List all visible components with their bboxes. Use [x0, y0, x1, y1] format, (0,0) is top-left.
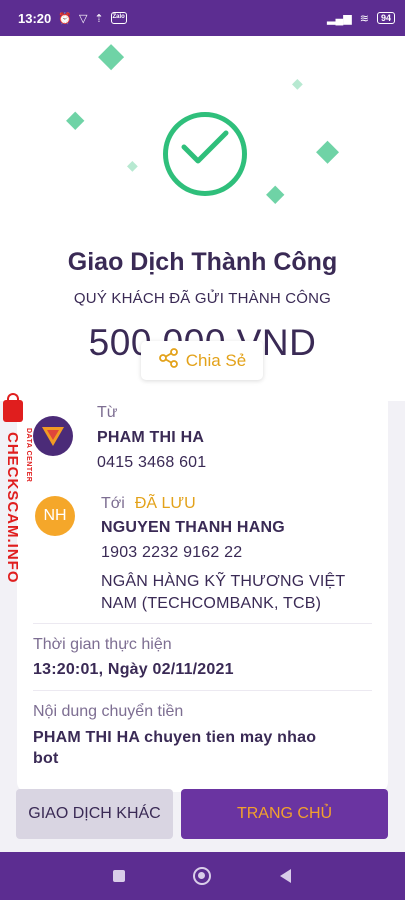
sparkle-icon: ◆ [127, 157, 138, 173]
recipient-avatar: NH [35, 496, 75, 536]
recents-icon[interactable] [113, 870, 125, 882]
share-icon [158, 347, 180, 374]
saved-badge: ĐÃ LƯU [134, 495, 196, 512]
lock-icon [3, 393, 23, 422]
share-button[interactable]: Chia Sẻ [141, 341, 263, 380]
sender-label: Từ [97, 404, 118, 421]
home-button[interactable]: TRANG CHỦ [181, 789, 388, 839]
content-line1: PHAM THI HA chuyen tien may nhao [33, 729, 317, 746]
page-title: Giao Dịch Thành Công [67, 248, 338, 276]
time-value: 13:20:01, Ngày 02/11/2021 [33, 661, 234, 678]
signal-icon: ▂▄▆ [327, 12, 352, 25]
battery-icon: 94 [376, 12, 395, 24]
wifi-icon: ≋ [359, 12, 369, 25]
recipient-account: 1903 2232 9162 22 [101, 544, 243, 561]
recipient-label: Tới [101, 495, 125, 512]
recipient-bank-line1: NGÂN HÀNG KỸ THƯƠNG VIỆT [101, 573, 346, 590]
success-subtitle: QUÝ KHÁCH ĐÃ GỬI THÀNH CÔNG [73, 290, 332, 307]
sparkle-icon: ◆ [66, 106, 85, 133]
sender-account: 0415 3468 601 [97, 454, 207, 471]
status-time: 13:20 [18, 10, 52, 26]
watermark: CHECKSCAM.INFO DATA CENTER [0, 393, 32, 596]
recipient-bank-line2: NAM (TECHCOMBANK, TCB) [101, 595, 322, 612]
upload-icon: ⇡ [94, 12, 104, 25]
recipient-label-row: Tới ĐÃ LƯU [101, 495, 196, 513]
time-label: Thời gian thực hiện [33, 636, 172, 653]
watermark-text: CHECKSCAM.INFO [4, 432, 21, 584]
sparkle-icon: ◆ [292, 75, 303, 91]
sender-name: PHAM THI HA [97, 429, 205, 446]
alarm-icon: ⏰ [58, 12, 72, 25]
zalo-icon: Zalo [110, 12, 127, 24]
back-icon[interactable] [280, 869, 291, 883]
share-label: Chia Sẻ [185, 350, 247, 370]
content-label: Nội dung chuyển tiền [33, 703, 184, 720]
sparkle-icon: ◆ [98, 36, 125, 74]
success-check-icon [163, 112, 247, 196]
other-transaction-button[interactable]: GIAO DỊCH KHÁC [16, 789, 173, 839]
vpn-icon: ▽ [78, 12, 88, 25]
sparkle-icon: ◆ [316, 134, 340, 167]
watermark-subtext: DATA CENTER [25, 428, 32, 483]
sender-bank-logo [33, 416, 73, 456]
sparkle-icon: ◆ [266, 180, 285, 207]
status-bar: 13:20 ⏰ ▽ ⇡ Zalo ▂▄▆ ≋ 94 [0, 0, 405, 36]
content-line2: bot [33, 750, 59, 767]
system-nav-bar [0, 852, 405, 900]
divider [33, 623, 372, 624]
home-nav-icon[interactable] [193, 867, 211, 885]
recipient-name: NGUYEN THANH HANG [101, 519, 285, 536]
divider [33, 690, 372, 691]
